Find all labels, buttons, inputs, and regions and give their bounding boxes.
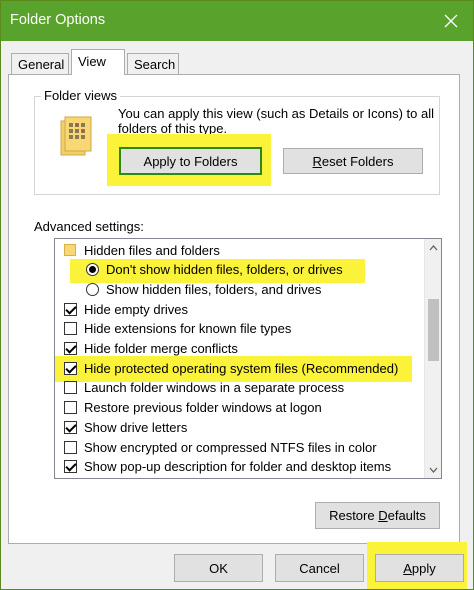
tab-general-label: General [18,57,65,72]
list-item-label: Hide extensions for known file types [84,321,292,337]
checkbox[interactable] [64,361,77,375]
ok-label: OK [209,560,228,576]
radio-button[interactable] [86,282,99,296]
checkbox[interactable] [64,342,77,355]
list-item[interactable]: Show hidden files, folders, and drives [86,279,321,299]
list-item-label: Show pop-up description for folder and d… [84,459,392,475]
list-item[interactable]: Hide folder merge conflicts [64,339,238,359]
apply-button[interactable]: Apply [375,554,464,582]
tab-search[interactable]: Search [127,53,179,75]
list-item[interactable]: Hide empty drives [64,299,188,319]
checkbox[interactable] [64,420,77,434]
tab-view-label: View [78,54,106,69]
list-item-label: Don't show hidden files, folders, or dri… [106,262,343,278]
list-item-label: Restore previous folder windows at logon [84,400,322,416]
cancel-label: Cancel [299,560,340,576]
checkbox[interactable] [64,302,77,316]
advanced-settings-list[interactable]: Hidden files and folders Don't show hidde… [54,238,442,479]
apply-to-folders-label: Apply to Folders [143,153,238,169]
reset-folders-label: Reset Folders [312,153,394,169]
list-item-label: Hide empty drives [84,301,189,317]
restore-defaults-button[interactable]: Restore Defaults [315,502,440,529]
list-item[interactable]: Restore previous folder windows at logon [64,398,322,418]
restore-defaults-label: Restore Defaults [329,508,426,523]
list-item[interactable]: Hide protected operating system files (R… [64,358,398,378]
apply-label: Apply [403,560,436,576]
list-item: Hidden files and folders [64,240,220,260]
list-item-label: Show encrypted or compressed NTFS files … [84,439,377,455]
tab-general[interactable]: General [11,53,69,75]
scroll-down-arrow[interactable] [425,461,441,478]
list-item-label: Show drive letters [84,419,188,435]
folder-icon [64,244,76,256]
list-item[interactable]: Launch folder windows in a separate proc… [64,378,344,398]
list-item-label: Hide folder merge conflicts [84,341,238,356]
close-icon [444,14,458,28]
folder-views-description: You can apply this view (such as Details… [118,106,435,136]
checkbox[interactable] [64,381,77,395]
list-item-label: Show hidden files, folders, and drives [106,281,322,297]
tab-search-label: Search [134,57,176,72]
list-item-label: Hide protected operating system files (R… [84,360,399,376]
chevron-down-icon [429,467,438,473]
tab-view[interactable]: View [71,49,125,75]
list-item[interactable]: Show pop-up description for folder and d… [64,457,391,477]
cancel-button[interactable]: Cancel [275,554,364,582]
list-item-label: Launch folder windows in a separate proc… [84,380,345,396]
list-item[interactable]: Show encrypted or compressed NTFS files … [64,437,377,457]
list-item[interactable]: Hide extensions for known file types [64,319,291,339]
radio-button[interactable] [86,263,99,277]
folder-options-window: Folder Options General View Search Folde… [0,0,474,590]
scroll-up-arrow[interactable] [425,239,441,256]
checkbox[interactable] [64,322,77,336]
title-bar[interactable]: Folder Options [1,1,473,41]
checkbox[interactable] [64,440,77,454]
chevron-up-icon [429,244,438,250]
folder-views-icon [60,116,92,156]
list-item-label: Hidden files and folders [84,242,220,258]
folder-views-legend: Folder views [41,88,120,103]
checkbox[interactable] [64,401,77,415]
ok-button[interactable]: OK [174,554,263,582]
list-item[interactable]: Show drive letters [64,417,187,437]
list-scrollbar[interactable] [424,239,441,478]
reset-folders-button[interactable]: Reset Folders [283,148,423,174]
checkbox[interactable] [64,460,77,474]
advanced-settings-label: Advanced settings: [34,219,144,234]
apply-to-folders-button[interactable]: Apply to Folders [119,147,262,175]
list-item[interactable]: Don't show hidden files, folders, or dri… [86,260,343,280]
scroll-thumb[interactable] [428,299,439,361]
close-button[interactable] [433,5,469,37]
window-title: Folder Options [10,12,106,28]
